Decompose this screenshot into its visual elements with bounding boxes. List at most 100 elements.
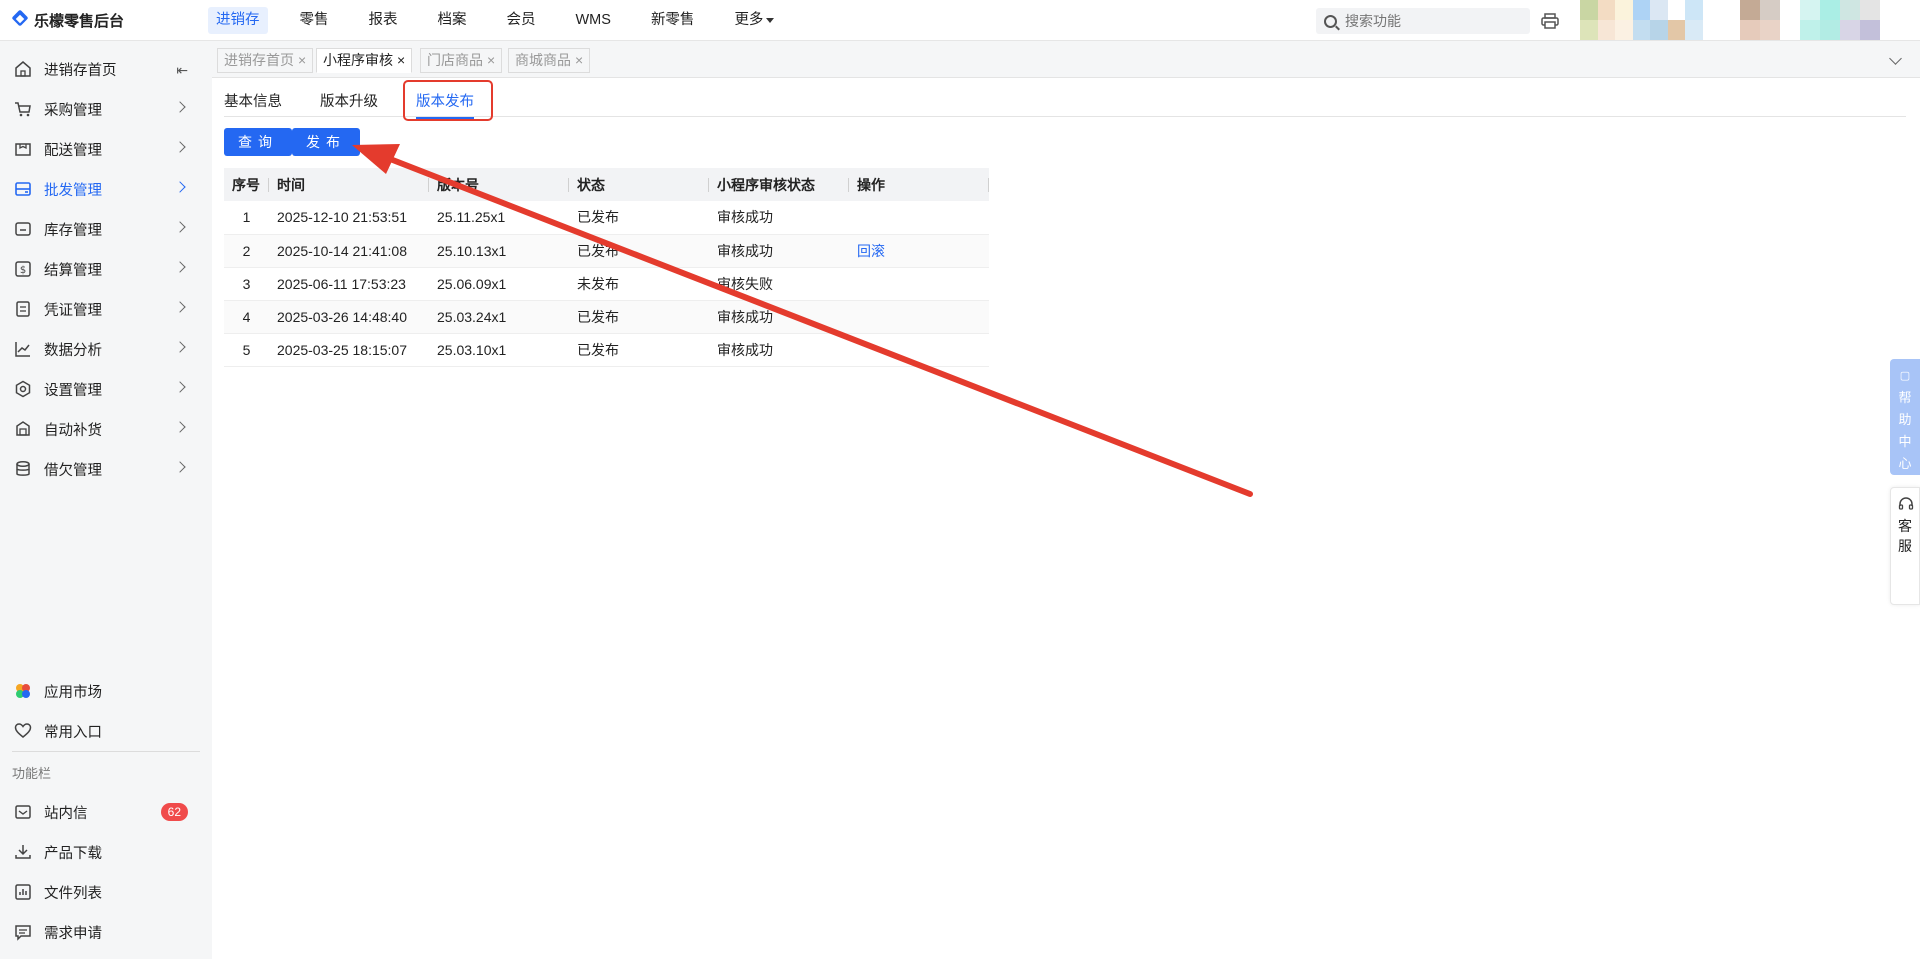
sidebar-item-auto-replenish[interactable]: 自动补货	[0, 409, 212, 449]
cell-index: 4	[224, 300, 269, 334]
chevron-right-icon	[174, 261, 186, 273]
sidebar-item-messages[interactable]: 站内信 62	[0, 792, 212, 832]
header-actions: 操作	[849, 168, 989, 201]
sub-tab-version-upgrade[interactable]: 版本升级	[320, 90, 378, 111]
table-row: 2 2025-10-14 21:41:08 25.10.13x1 已发布 审核成…	[224, 234, 989, 268]
cell-version: 25.03.24x1	[429, 300, 569, 334]
cell-index: 2	[224, 234, 269, 268]
table-header-row: 序号 时间 版本号 状态 小程序审核状态 操作	[224, 168, 989, 201]
sidebar-item-home[interactable]: 进销存首页 ⇤	[0, 49, 212, 89]
sidebar-item-label: 文件列表	[44, 885, 102, 902]
top-nav-item-more[interactable]: 更多	[726, 7, 782, 34]
sidebar-item-label: 产品下载	[44, 845, 102, 862]
sidebar-item-debt[interactable]: 借欠管理	[0, 449, 212, 489]
sidebar-item-settlement[interactable]: $ 结算管理	[0, 249, 212, 289]
page-tab-inventory-home[interactable]: 进销存首页 ×	[217, 48, 314, 73]
sidebar-item-label: 数据分析	[44, 342, 102, 359]
sidebar-item-requests[interactable]: 需求申请	[0, 912, 212, 952]
sidebar-item-file-list[interactable]: 文件列表	[0, 872, 212, 912]
chevron-right-icon	[174, 461, 186, 473]
cell-actions	[849, 300, 989, 334]
chevron-down-icon[interactable]	[1889, 52, 1902, 65]
search-icon	[1324, 14, 1337, 28]
help-center-widget[interactable]: ▢ 帮助中心	[1890, 359, 1920, 475]
publish-button[interactable]: 发布	[292, 128, 360, 156]
cell-version: 25.06.09x1	[429, 267, 569, 301]
replenish-icon	[14, 420, 32, 438]
sidebar-item-app-market[interactable]: 应用市场	[0, 671, 212, 711]
logo-icon	[12, 12, 28, 30]
sidebar-item-wholesale[interactable]: 批发管理	[0, 169, 212, 209]
sidebar-item-label: 应用市场	[44, 684, 102, 701]
sub-tab-basic-info[interactable]: 基本信息	[224, 90, 282, 111]
search-input[interactable]	[1345, 13, 1515, 29]
page-tab-label: 商城商品	[515, 52, 571, 68]
bar-chart-icon	[14, 883, 32, 901]
close-icon[interactable]: ×	[298, 52, 306, 68]
comment-icon	[14, 923, 32, 941]
app-title: 乐檬零售后台	[34, 13, 125, 30]
sidebar-item-downloads[interactable]: 产品下载	[0, 832, 212, 872]
printer-icon[interactable]	[1541, 13, 1559, 29]
app-logo[interactable]: 乐檬零售后台	[12, 10, 124, 31]
cart-icon	[14, 100, 32, 118]
sidebar-item-settings[interactable]: 设置管理	[0, 369, 212, 409]
cell-index: 3	[224, 267, 269, 301]
cell-index: 5	[224, 333, 269, 367]
sidebar-item-label: 站内信	[44, 805, 88, 822]
rollback-link[interactable]: 回滚	[857, 243, 885, 259]
sidebar-item-label: 自动补货	[44, 422, 102, 439]
top-nav-item-reports[interactable]: 报表	[361, 7, 406, 34]
cell-review-status: 审核成功	[709, 333, 849, 367]
sidebar-item-stock[interactable]: 库存管理	[0, 209, 212, 249]
page-tab-miniprogram-review[interactable]: 小程序审核 ×	[316, 48, 413, 73]
user-avatar-blurred[interactable]	[1580, 0, 1720, 40]
cell-status: 已发布	[569, 333, 709, 367]
sidebar-item-distribution[interactable]: 配送管理	[0, 129, 212, 169]
sidebar-item-analytics[interactable]: 数据分析	[0, 329, 212, 369]
top-nav-item-wms[interactable]: WMS	[568, 7, 619, 34]
cell-version: 25.11.25x1	[429, 201, 569, 235]
close-icon[interactable]: ×	[575, 52, 583, 68]
header-label: 状态	[577, 176, 605, 193]
customer-service-widget[interactable]: 客服	[1890, 487, 1920, 605]
page-tab-store-goods[interactable]: 门店商品 ×	[420, 48, 503, 73]
sidebar-item-label: 配送管理	[44, 142, 102, 159]
help-icon: ▢	[1899, 370, 1911, 382]
wholesale-icon	[14, 180, 32, 198]
close-icon[interactable]: ×	[487, 52, 495, 68]
top-nav-item-member[interactable]: 会员	[499, 7, 544, 34]
close-icon[interactable]: ×	[397, 52, 405, 68]
distribution-icon	[14, 140, 32, 158]
chevron-right-icon	[174, 221, 186, 233]
header-review-status: 小程序审核状态	[709, 168, 849, 201]
top-nav-item-archive[interactable]: 档案	[430, 7, 475, 34]
top-bar: 乐檬零售后台 进销存 零售 报表 档案 会员 WMS 新零售 更多	[0, 0, 1920, 41]
query-button[interactable]: 查询	[224, 128, 292, 156]
sidebar-item-label: 采购管理	[44, 102, 102, 119]
cell-status: 已发布	[569, 234, 709, 268]
top-nav-item-retail[interactable]: 零售	[292, 7, 337, 34]
document-icon	[14, 300, 32, 318]
headset-icon	[1898, 497, 1914, 510]
cell-review-status: 审核成功	[709, 234, 849, 268]
chevron-right-icon	[174, 341, 186, 353]
page-tab-mall-goods[interactable]: 商城商品 ×	[508, 48, 591, 73]
line-chart-icon	[14, 340, 32, 358]
sidebar-item-label: 设置管理	[44, 382, 102, 399]
cell-actions	[849, 201, 989, 235]
cell-actions	[849, 333, 989, 367]
cell-time: 2025-10-14 21:41:08	[269, 234, 429, 268]
help-center-label: 帮助中心	[1898, 390, 1912, 471]
cell-time: 2025-03-25 18:15:07	[269, 333, 429, 367]
sidebar-item-purchase[interactable]: 采购管理	[0, 89, 212, 129]
more-label: 更多	[734, 12, 764, 28]
top-nav-item-new-retail[interactable]: 新零售	[643, 7, 703, 34]
sidebar-item-voucher[interactable]: 凭证管理	[0, 289, 212, 329]
sidebar-item-favorites[interactable]: 常用入口	[0, 711, 212, 751]
cell-actions	[849, 267, 989, 301]
collapse-sidebar-icon[interactable]: ⇤	[176, 62, 188, 79]
search-box[interactable]	[1316, 8, 1530, 34]
database-icon	[14, 460, 32, 478]
top-nav-item-inventory[interactable]: 进销存	[208, 7, 268, 34]
